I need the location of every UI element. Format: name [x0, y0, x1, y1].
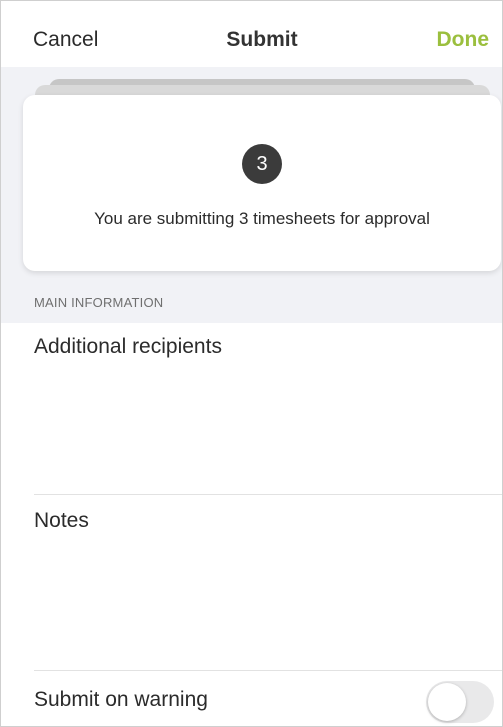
- additional-recipients-field[interactable]: [34, 366, 502, 488]
- submission-message: You are submitting 3 timesheets for appr…: [94, 209, 430, 228]
- done-button[interactable]: Done: [437, 27, 490, 53]
- submit-on-warning-label: Submit on warning: [34, 688, 208, 711]
- notes-label: Notes: [34, 509, 89, 532]
- timesheet-count-badge: 3: [242, 144, 282, 184]
- submit-on-warning-toggle[interactable]: [426, 681, 494, 723]
- navigation-bar: Cancel Submit Done: [1, 1, 502, 67]
- notes-field[interactable]: [34, 541, 502, 663]
- divider: [34, 670, 502, 671]
- toggle-knob: [428, 683, 466, 721]
- submit-screen: Cancel Submit Done 3 You are submitting …: [0, 0, 503, 727]
- additional-recipients-label: Additional recipients: [34, 335, 222, 358]
- section-header-main-information: MAIN INFORMATION: [34, 295, 164, 310]
- divider: [34, 494, 502, 495]
- submission-summary-card: 3 You are submitting 3 timesheets for ap…: [23, 95, 501, 271]
- page-title: Submit: [226, 28, 298, 51]
